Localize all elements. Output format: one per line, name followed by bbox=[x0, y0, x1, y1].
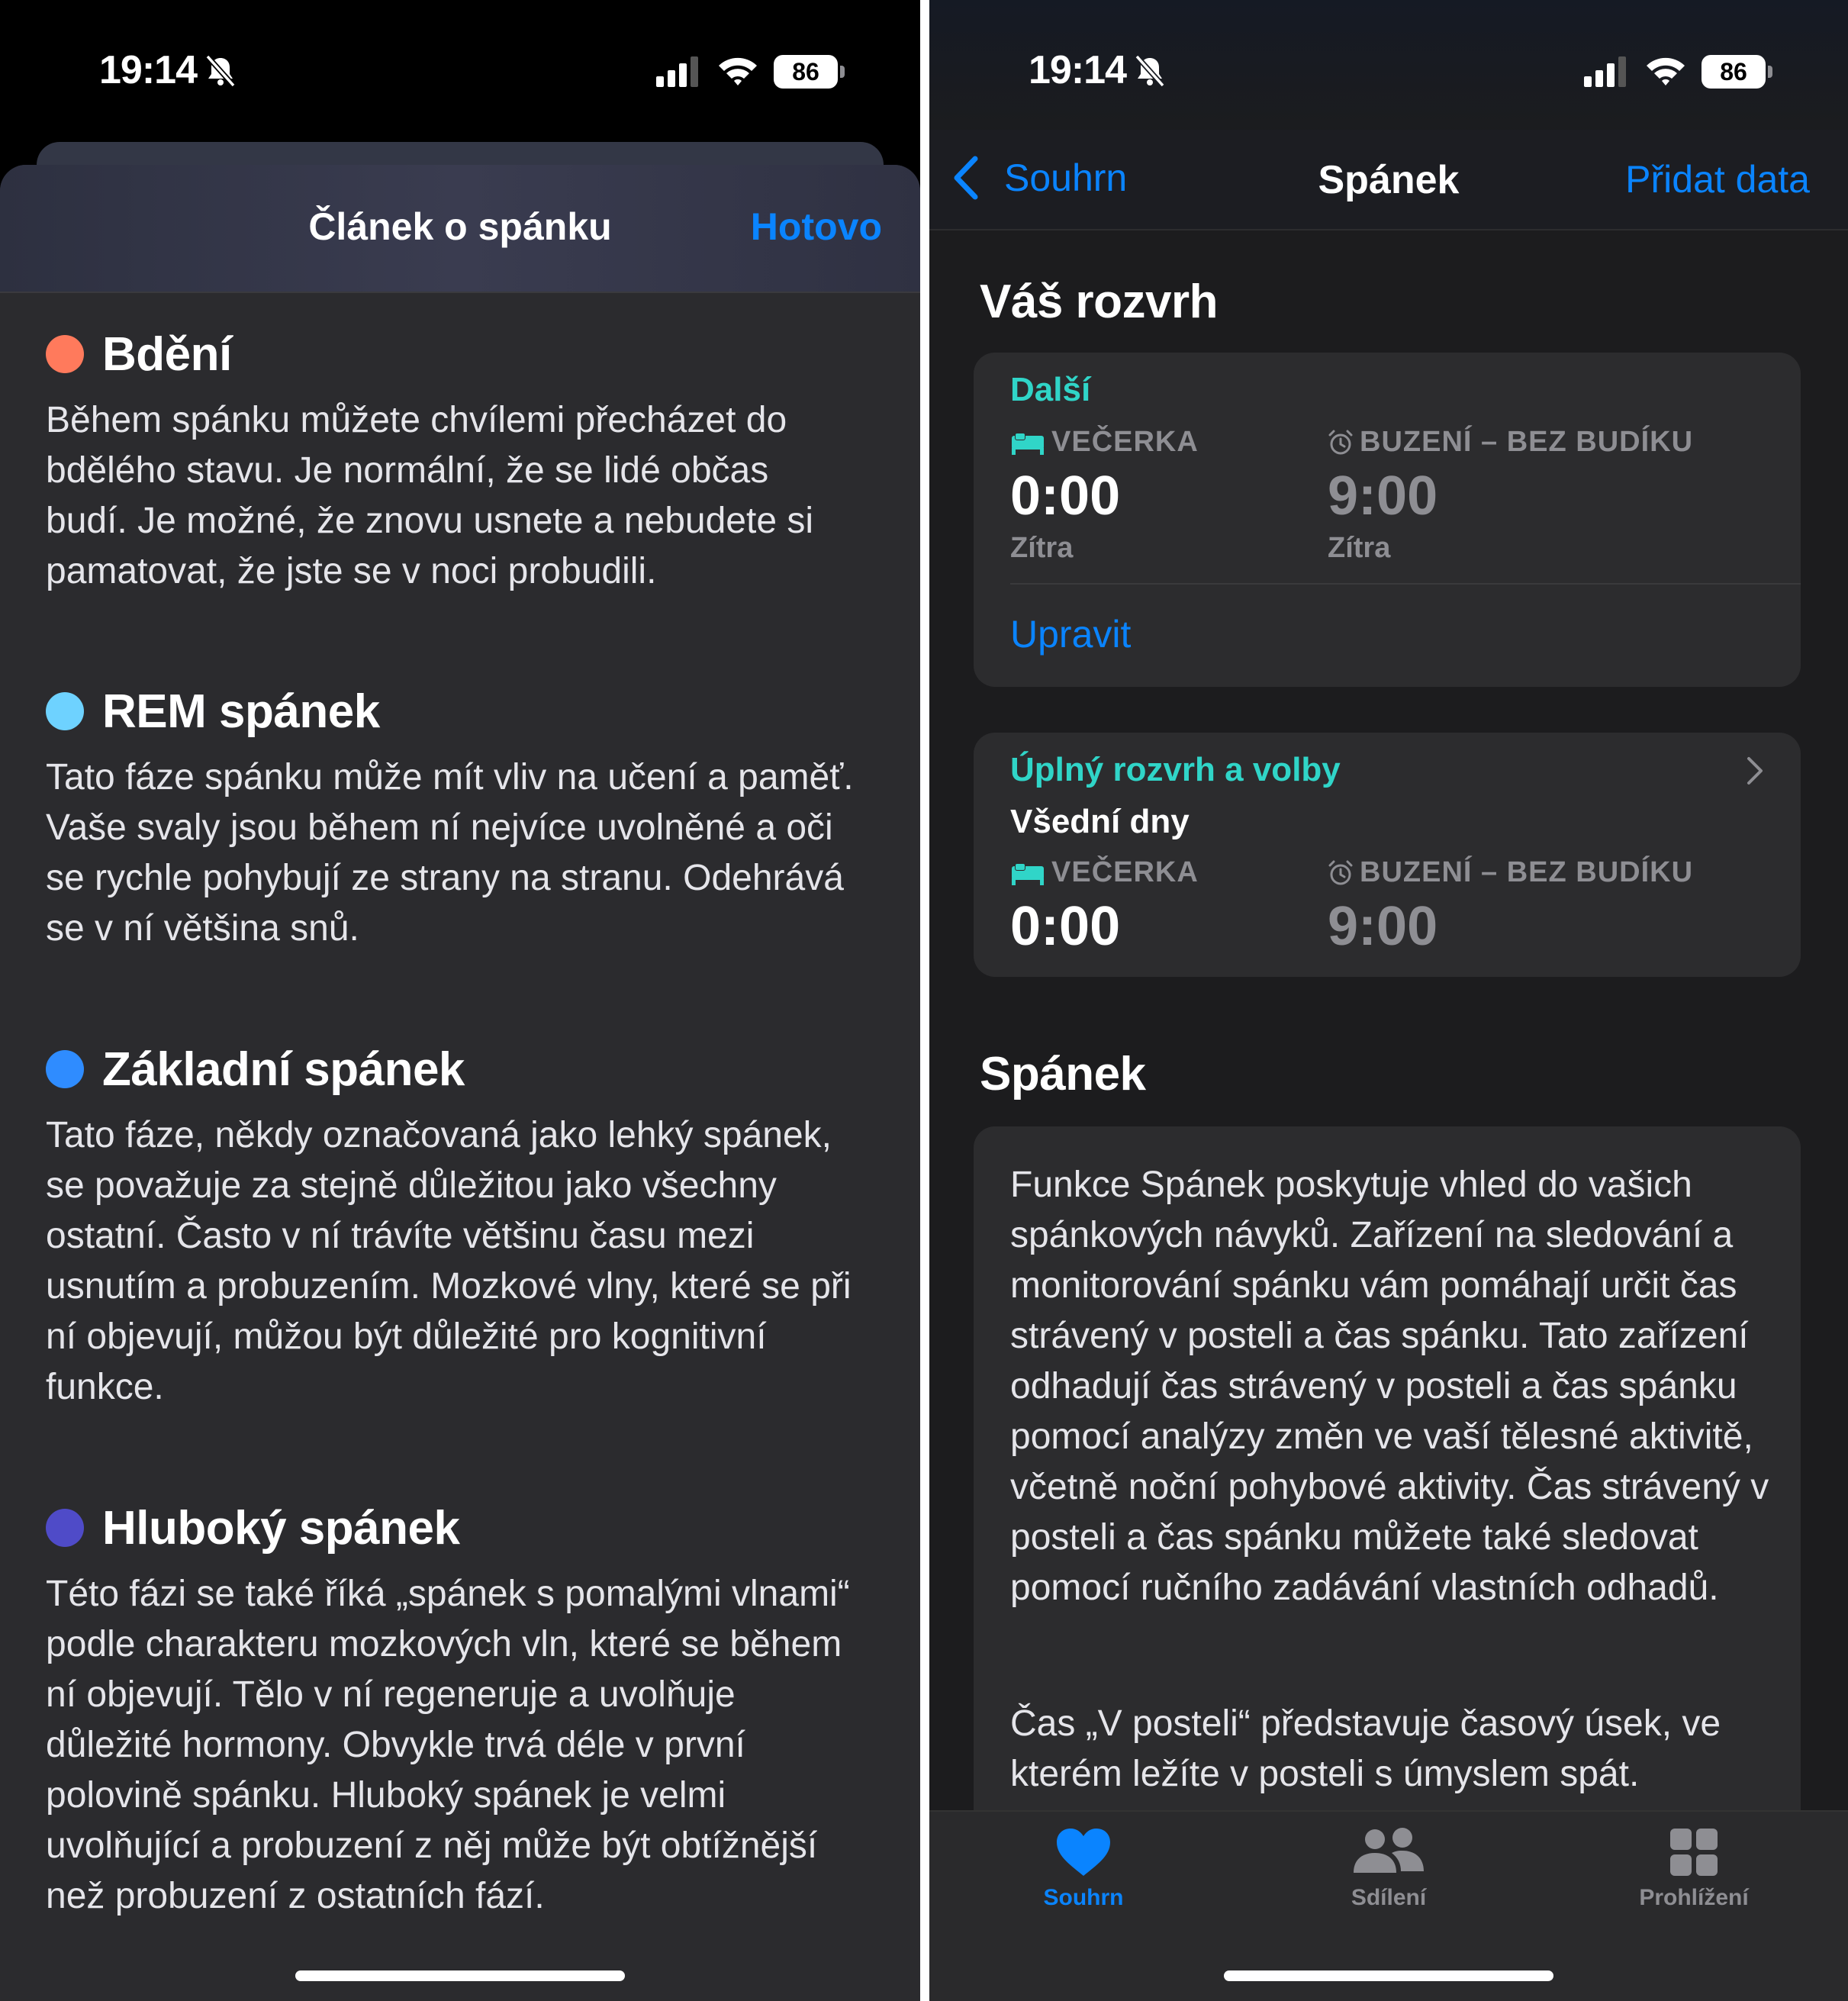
wifi-icon bbox=[1647, 57, 1685, 85]
stage-color-dot bbox=[46, 692, 84, 730]
full-schedule-card[interactable]: Úplný rozvrh a volby Všední dny VEČERKA … bbox=[974, 733, 1801, 977]
alarm-clock-icon bbox=[1328, 860, 1353, 884]
bedtime-time: 0:00 bbox=[1010, 896, 1121, 957]
wake-label: BUZENÍ – BEZ BUDÍKU bbox=[1360, 856, 1694, 888]
tab-sharing[interactable]: Sdílení bbox=[1282, 1827, 1495, 1911]
screenshot-divider bbox=[920, 0, 929, 2001]
weekdays-label: Všední dny bbox=[1010, 803, 1190, 840]
status-time: 19:14 bbox=[99, 48, 198, 92]
edit-schedule-button[interactable]: Upravit bbox=[1010, 612, 1131, 656]
stage-description: Tato fáze spánku může mít vliv na učení … bbox=[46, 757, 854, 949]
stage-description: Tato fáze, někdy označovaná jako lehký s… bbox=[46, 1115, 852, 1407]
wake-time: 9:00 bbox=[1328, 896, 1438, 957]
bed-icon bbox=[1012, 862, 1044, 885]
stage-description: Této fázi se také říká „spánek s pomalým… bbox=[46, 1574, 850, 1916]
home-indicator[interactable] bbox=[295, 1970, 625, 1981]
sleep-summary-screen: 19:14 86 Souhrn Spánek Přidat data Váš r… bbox=[929, 0, 1848, 2001]
bed-icon bbox=[1012, 432, 1044, 455]
tab-bar: Souhrn Sdílení Prohlížení bbox=[929, 1810, 1848, 2001]
stage-color-dot bbox=[46, 1050, 84, 1088]
next-label: Další bbox=[1010, 371, 1091, 408]
sleep-section-title: Spánek bbox=[980, 1048, 1146, 1100]
in-bed-info-paragraph: Čas „V posteli“ představuje časový úsek,… bbox=[1010, 1703, 1721, 1794]
status-time: 19:14 bbox=[1029, 48, 1127, 92]
next-schedule-card: Další VEČERKA 0:00 Zítra BUZENÍ – BEZ BU… bbox=[974, 353, 1801, 687]
heart-icon bbox=[1057, 1829, 1110, 1876]
tab-summary[interactable]: Souhrn bbox=[977, 1827, 1190, 1911]
sheet-header: Článek o spánku Hotovo bbox=[0, 165, 920, 293]
full-schedule-label: Úplný rozvrh a volby bbox=[1010, 751, 1341, 788]
tab-label: Souhrn bbox=[1043, 1885, 1124, 1910]
chevron-right-icon bbox=[1747, 757, 1763, 785]
bedtime-day: Zítra bbox=[1010, 532, 1074, 564]
bedtime-label: VEČERKA bbox=[1051, 856, 1199, 888]
stage-title: Základní spánek bbox=[102, 1042, 465, 1096]
tab-browse[interactable]: Prohlížení bbox=[1587, 1827, 1801, 1911]
battery-indicator: 86 bbox=[774, 55, 845, 89]
navigation-bar: Souhrn Spánek Přidat data bbox=[929, 130, 1848, 230]
schedule-section-title: Váš rozvrh bbox=[980, 276, 1219, 328]
home-indicator[interactable] bbox=[1224, 1970, 1553, 1981]
silent-bell-icon bbox=[205, 54, 236, 88]
stage-awake: Bdění Během spánku můžete chvílemi přech… bbox=[46, 324, 855, 597]
wifi-icon bbox=[719, 57, 757, 85]
stage-rem: REM spánek Tato fáze spánku může mít vli… bbox=[46, 681, 855, 954]
silent-bell-icon bbox=[1135, 54, 1165, 88]
sleep-info-card: Funkce Spánek poskytuje vhled do vašich … bbox=[974, 1126, 1801, 1890]
done-button[interactable]: Hotovo bbox=[751, 205, 882, 249]
cellular-signal-icon bbox=[656, 56, 698, 87]
stage-color-dot bbox=[46, 335, 84, 373]
card-divider bbox=[1010, 583, 1801, 585]
stage-core: Základní spánek Tato fáze, někdy označov… bbox=[46, 1039, 855, 1413]
wake-time: 9:00 bbox=[1328, 466, 1438, 527]
wake-column: BUZENÍ – BEZ BUDÍKU 9:00 bbox=[1328, 856, 1693, 958]
tab-label: Prohlížení bbox=[1639, 1885, 1749, 1910]
alarm-clock-icon bbox=[1328, 430, 1353, 454]
add-data-button[interactable]: Přidat data bbox=[1625, 157, 1810, 201]
battery-indicator: 86 bbox=[1702, 55, 1772, 89]
people-icon bbox=[1354, 1828, 1424, 1873]
sleep-info-paragraph: Funkce Spánek poskytuje vhled do vašich … bbox=[1010, 1165, 1769, 1608]
article-sheet: Článek o spánku Hotovo Bdění Během spánk… bbox=[0, 165, 920, 2001]
cellular-signal-icon bbox=[1584, 56, 1626, 87]
tab-label: Sdílení bbox=[1351, 1885, 1427, 1910]
bedtime-column: VEČERKA 0:00 Zítra bbox=[1010, 426, 1199, 565]
sleep-article-screen: 19:14 86 Článek o spánku Hotovo Bdění Bě… bbox=[0, 0, 920, 2001]
stage-title: REM spánek bbox=[102, 685, 380, 738]
wake-day: Zítra bbox=[1328, 532, 1391, 564]
stage-title: Bdění bbox=[102, 327, 232, 381]
bedtime-label: VEČERKA bbox=[1051, 426, 1199, 458]
bedtime-column: VEČERKA 0:00 bbox=[1010, 856, 1199, 958]
status-bar: 19:14 86 bbox=[0, 0, 920, 145]
stage-deep: Hluboký spánek Této fázi se také říká „s… bbox=[46, 1497, 855, 1922]
grid-icon bbox=[1670, 1829, 1718, 1876]
bedtime-time: 0:00 bbox=[1010, 466, 1121, 527]
stage-color-dot bbox=[46, 1509, 84, 1547]
status-bar: 19:14 86 bbox=[929, 0, 1848, 145]
wake-label: BUZENÍ – BEZ BUDÍKU bbox=[1360, 426, 1694, 458]
stage-description: Během spánku můžete chvílemi přecházet d… bbox=[46, 400, 814, 591]
stage-title: Hluboký spánek bbox=[102, 1501, 460, 1555]
wake-column: BUZENÍ – BEZ BUDÍKU 9:00 Zítra bbox=[1328, 426, 1693, 565]
